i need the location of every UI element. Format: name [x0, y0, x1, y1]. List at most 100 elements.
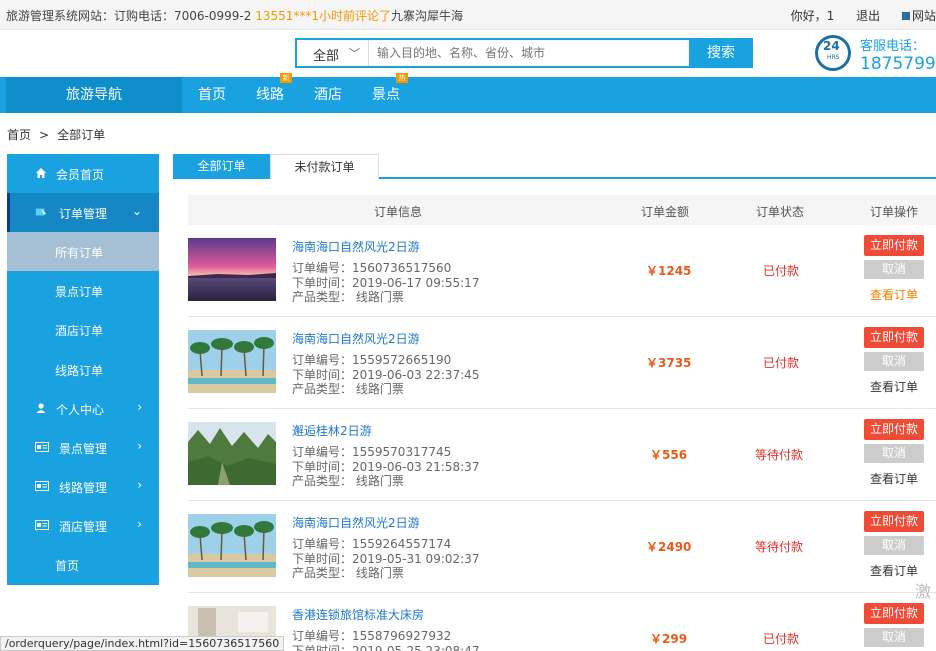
order-type: 产品类型： 线路门票 — [292, 566, 404, 580]
nav-item-label: 线路 — [256, 87, 284, 103]
sidebar-item-hotel-management[interactable]: 酒店管理 › — [7, 506, 159, 545]
hotline-icon-number: 24 — [823, 39, 840, 53]
user-links: 你好，1 退出 网站 — [773, 7, 936, 24]
order-amount: ￥556 — [650, 448, 688, 462]
sidebar-item-label: 会员首页 — [56, 168, 105, 182]
sidebar-item-route-management[interactable]: 线路管理 › — [7, 467, 159, 506]
home-icon — [36, 168, 46, 178]
order-title[interactable]: 海南海口自然风光2日游 — [292, 330, 420, 347]
sidebar-item-route-orders[interactable]: 线路订单 — [7, 350, 159, 389]
sidebar-item-label: 景点管理 — [59, 442, 108, 456]
order-type: 产品类型： 线路门票 — [292, 474, 404, 488]
card-icon — [35, 481, 49, 491]
nav-item-home[interactable]: 首页 — [198, 77, 226, 113]
top-bar: 旅游管理系统网站：订购电话：7006-0999-2 13551***1小时前评论… — [0, 0, 936, 30]
latest-comment-target[interactable]: 九寨沟犀牛海 — [391, 9, 463, 23]
order-status: 已付款 — [763, 356, 800, 370]
chevron-right-icon: › — [137, 439, 142, 453]
order-title[interactable]: 海南海口自然风光2日游 — [292, 238, 420, 255]
site-nav-link[interactable]: 网站 — [901, 9, 936, 23]
search-button[interactable]: 搜索 — [689, 38, 753, 68]
chevron-right-icon: › — [137, 478, 142, 492]
sidebar-item-label: 景点订单 — [55, 285, 104, 299]
sidebar-item-hotel-orders[interactable]: 酒店订单 — [7, 310, 159, 349]
pay-now-button[interactable]: 立即付款 — [864, 327, 924, 348]
tab-unpaid-orders[interactable]: 未付款订单 — [270, 154, 379, 179]
cancel-button[interactable]: 取消 — [864, 536, 924, 555]
order-amount: ￥3735 — [646, 356, 692, 370]
service-number: 18757999 — [860, 54, 936, 74]
pay-now-button[interactable]: 立即付款 — [864, 511, 924, 532]
cancel-button[interactable]: 取消 — [864, 260, 924, 279]
order-title[interactable]: 邂逅桂林2日游 — [292, 422, 372, 439]
nav-item-routes[interactable]: 线路 新 — [256, 73, 292, 113]
view-order-link[interactable]: 查看订单 — [870, 470, 918, 487]
sidebar-item-label: 首页 — [55, 559, 80, 573]
search-box: 全部 ﹀ — [295, 38, 689, 68]
user-icon — [36, 403, 46, 413]
guilin-mountains-thumbnail[interactable] — [188, 422, 276, 485]
latest-comment-text[interactable]: 13551***1小时前评论了 — [255, 9, 391, 23]
new-badge: 新 — [280, 73, 292, 83]
palm-beach-thumbnail[interactable] — [188, 330, 276, 393]
cancel-button[interactable]: 取消 — [864, 628, 924, 647]
table-row: 海南海口自然风光2日游 订单编号：1559572665190 下单时间：2019… — [188, 317, 936, 409]
order-type: 产品类型： 线路门票 — [292, 290, 404, 304]
search-input[interactable] — [369, 40, 689, 66]
view-order-link[interactable]: 查看订单 — [870, 378, 918, 395]
sidebar-item-member-home[interactable]: 会员首页 — [7, 154, 159, 193]
card-icon — [35, 520, 49, 530]
sidebar-item-home[interactable]: 首页 — [7, 545, 159, 584]
pay-now-button[interactable]: 立即付款 — [864, 603, 924, 624]
search-scope-value: 全部 — [313, 49, 340, 64]
column-header-amount: 订单金额 — [641, 205, 690, 219]
view-order-link[interactable]: 查看订单 — [870, 562, 918, 579]
column-header-status: 订单状态 — [756, 205, 805, 219]
table-row: 海南海口自然风光2日游 订单编号：1559264557174 下单时间：2019… — [188, 501, 936, 593]
browser-status-url: /orderquery/page/index.html?id=156073651… — [0, 636, 285, 651]
sidebar-item-attraction-management[interactable]: 景点管理 › — [7, 428, 159, 467]
chevron-down-icon: ⌄ — [131, 204, 142, 218]
orders-table-header: 订单信息 订单金额 订单状态 订单操作 — [188, 195, 936, 225]
nav-item-label: 首页 — [198, 87, 226, 103]
chevron-down-icon: ﹀ — [349, 47, 360, 60]
sidebar-item-all-orders[interactable]: 所有订单 — [7, 232, 159, 271]
sidebar-item-personal-center[interactable]: 个人中心 › — [7, 389, 159, 428]
order-amount: ￥2490 — [646, 540, 692, 554]
order-tabs: 全部订单 未付款订单 — [173, 154, 936, 179]
search-scope-select[interactable]: 全部 ﹀ — [297, 40, 369, 66]
site-phone-text: 旅游管理系统网站：订购电话：7006-0999-2 — [6, 9, 252, 23]
order-title[interactable]: 香港连锁旅馆标准大床房 — [292, 606, 424, 623]
service-label: 客服电话： — [860, 39, 926, 54]
nav-item-attractions[interactable]: 景点 热 — [372, 73, 408, 113]
hotline-24h-icon: 24 HRS — [815, 35, 851, 71]
tab-all-orders[interactable]: 全部订单 — [173, 154, 270, 179]
watermark: 激 — [915, 582, 932, 601]
view-order-link[interactable]: 查看订单 — [870, 286, 918, 303]
pay-now-button[interactable]: 立即付款 — [864, 235, 924, 256]
sidebar-item-label: 酒店管理 — [59, 520, 108, 534]
order-status: 已付款 — [763, 264, 800, 278]
cancel-button[interactable]: 取消 — [864, 352, 924, 371]
order-title[interactable]: 海南海口自然风光2日游 — [292, 514, 420, 531]
logout-link[interactable]: 退出 — [856, 9, 880, 23]
pay-now-button[interactable]: 立即付款 — [864, 419, 924, 440]
breadcrumb-home[interactable]: 首页 — [7, 128, 31, 142]
column-header-ops: 订单操作 — [870, 205, 919, 219]
site-nav-label: 网站 — [911, 9, 936, 23]
palm-beach-thumbnail[interactable] — [188, 514, 276, 577]
order-time: 下单时间：2019-05-25 23:08:47 — [292, 644, 480, 651]
breadcrumb: 首页 > 全部订单 — [7, 126, 105, 143]
sidebar-item-attraction-orders[interactable]: 景点订单 — [7, 271, 159, 310]
column-header-info: 订单信息 — [374, 205, 423, 219]
sidebar: 会员首页 订单管理 ⌄ 所有订单 景点订单 酒店订单 线路订单 个人中心 › 景… — [7, 154, 159, 585]
order-amount: ￥1245 — [646, 264, 692, 278]
table-row: 邂逅桂林2日游 订单编号：1559570317745 下单时间：2019-06-… — [188, 409, 936, 501]
chevron-right-icon: › — [137, 517, 142, 531]
nav-title: 旅游导航 — [6, 77, 182, 113]
cancel-button[interactable]: 取消 — [864, 444, 924, 463]
sidebar-item-order-management[interactable]: 订单管理 ⌄ — [7, 193, 159, 232]
nav-item-hotels[interactable]: 酒店 — [314, 77, 342, 113]
user-greeting: 你好，1 — [790, 9, 835, 23]
sunset-beach-thumbnail[interactable] — [188, 238, 276, 301]
